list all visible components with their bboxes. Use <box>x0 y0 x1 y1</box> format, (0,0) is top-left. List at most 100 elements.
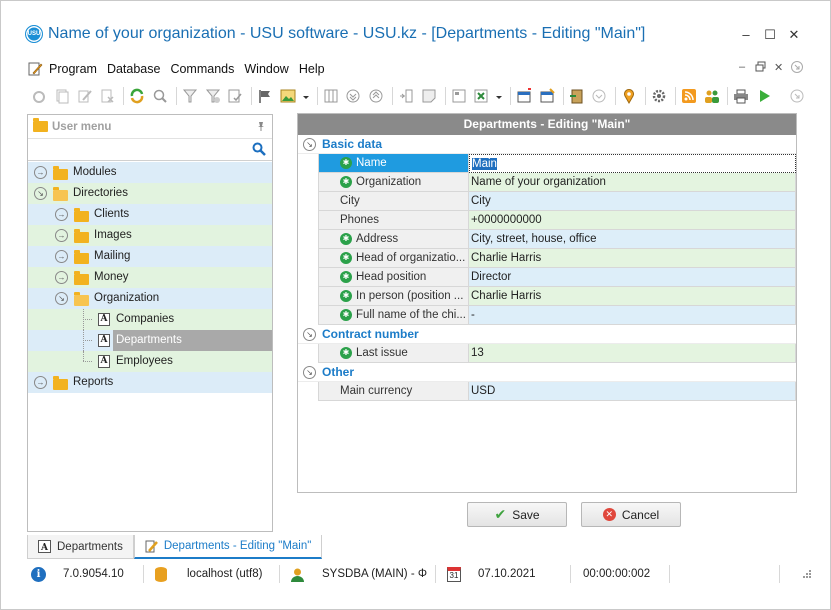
delete-icon[interactable] <box>99 88 115 104</box>
property-value-field[interactable]: Director <box>469 268 796 287</box>
property-value-field[interactable]: City, street, house, office <box>469 230 796 249</box>
tree-item-companies[interactable]: A Companies <box>28 309 272 330</box>
menu-database[interactable]: Database <box>107 62 161 76</box>
property-name[interactable]: Main currency <box>318 382 469 401</box>
tree-item-organization[interactable]: ↘ Organization <box>28 288 272 309</box>
property-name[interactable]: Head position <box>318 268 469 287</box>
filter-icon[interactable] <box>182 88 198 104</box>
property-value-field[interactable]: 13 <box>469 344 796 363</box>
search-icon[interactable] <box>252 142 266 156</box>
search-records-icon[interactable] <box>152 88 168 104</box>
print-icon[interactable] <box>733 88 749 104</box>
property-name[interactable]: Address <box>318 230 469 249</box>
export-icon[interactable] <box>451 88 467 104</box>
toolbar-collapse-icon[interactable] <box>790 89 804 106</box>
info-icon[interactable]: i <box>31 566 46 582</box>
location-pin-icon[interactable] <box>621 88 637 105</box>
cancel-button[interactable]: ✕ Cancel <box>581 502 681 527</box>
collapse-icon[interactable]: ↘ <box>303 366 316 379</box>
users-icon[interactable] <box>704 88 720 104</box>
filter-clear-icon[interactable] <box>205 88 221 104</box>
export-dropdown-icon[interactable] <box>496 88 503 104</box>
mdi-minimize-button[interactable]: – <box>739 61 745 73</box>
tab-departments-editing[interactable]: Departments - Editing "Main" <box>133 535 323 559</box>
gear-icon[interactable] <box>651 88 667 104</box>
circle-arrow-icon[interactable] <box>591 88 607 104</box>
menu-program[interactable]: Program <box>49 62 97 76</box>
category-contract-number[interactable]: ↘ Contract number <box>298 325 796 344</box>
property-value-field[interactable]: USD <box>469 382 796 401</box>
tree-item-reports[interactable]: → Reports <box>28 372 272 393</box>
collapse-icon[interactable]: ↘ <box>303 328 316 341</box>
image-dropdown-icon[interactable] <box>302 88 309 104</box>
mdi-restore-button[interactable] <box>755 61 766 75</box>
tree-item-modules[interactable]: → Modules <box>28 162 272 183</box>
collapse-icon[interactable]: ↘ <box>303 138 316 151</box>
copy-record-icon[interactable] <box>31 88 47 104</box>
property-name[interactable]: Last issue <box>318 344 469 363</box>
menu-window[interactable]: Window <box>244 62 288 76</box>
category-basic-data[interactable]: ↘ Basic data <box>298 135 796 154</box>
property-value-field[interactable]: Main <box>469 154 796 173</box>
property-name[interactable]: Organization <box>318 173 469 192</box>
mdi-close-button[interactable]: ✕ <box>774 61 783 74</box>
close-button[interactable]: ✕ <box>784 27 804 43</box>
tree-item-images[interactable]: → Images <box>28 225 272 246</box>
resize-grip-icon[interactable] <box>800 569 812 584</box>
edit-icon[interactable] <box>77 88 93 104</box>
property-value-field[interactable]: Charlie Harris <box>469 287 796 306</box>
tab-departments[interactable]: A Departments <box>27 535 134 559</box>
tree-item-mailing[interactable]: → Mailing <box>28 246 272 267</box>
window-edit-icon[interactable] <box>539 88 555 104</box>
expand-icon[interactable]: → <box>55 229 68 242</box>
expand-icon[interactable]: → <box>34 166 47 179</box>
property-name[interactable]: Phones <box>318 211 469 230</box>
category-label: Basic data <box>322 137 383 151</box>
property-value-field[interactable]: City <box>469 192 796 211</box>
flag-icon[interactable] <box>257 88 273 104</box>
property-value-field[interactable]: Name of your organization <box>469 173 796 192</box>
columns-icon[interactable] <box>323 88 339 104</box>
pin-icon[interactable] <box>256 121 266 134</box>
refresh-icon[interactable] <box>129 88 145 104</box>
exit-icon[interactable] <box>569 88 585 104</box>
play-icon[interactable] <box>756 88 772 104</box>
menu-help[interactable]: Help <box>299 62 325 76</box>
minimize-button[interactable]: – <box>736 27 756 43</box>
rss-icon[interactable] <box>681 88 697 104</box>
property-name[interactable]: Full name of the chi... <box>318 306 469 325</box>
category-other[interactable]: ↘ Other <box>298 363 796 382</box>
insert-column-icon[interactable] <box>398 88 414 104</box>
note-icon[interactable] <box>421 88 437 104</box>
tree-item-directories[interactable]: ↘ Directories <box>28 183 272 204</box>
property-name[interactable]: Head of organizatio... <box>318 249 469 268</box>
filter-apply-icon[interactable] <box>227 88 243 104</box>
mdi-collapse-icon[interactable] <box>791 61 803 76</box>
collapse-icon[interactable]: ↘ <box>34 187 47 200</box>
property-name[interactable]: City <box>318 192 469 211</box>
new-window-icon[interactable] <box>516 88 532 104</box>
tree-item-money[interactable]: → Money <box>28 267 272 288</box>
maximize-button[interactable]: ☐ <box>760 27 780 43</box>
property-value-field[interactable]: +0000000000 <box>469 211 796 230</box>
excel-export-icon[interactable] <box>473 88 489 104</box>
collapse-all-icon[interactable] <box>368 88 384 104</box>
expand-icon[interactable]: → <box>55 250 68 263</box>
tree-item-employees[interactable]: A Employees <box>28 351 272 372</box>
tree-item-departments[interactable]: A Departments <box>28 330 272 351</box>
collapse-icon[interactable]: ↘ <box>55 292 68 305</box>
image-icon[interactable] <box>280 88 296 104</box>
user-menu-search-input[interactable] <box>28 139 272 161</box>
expand-icon[interactable]: → <box>55 271 68 284</box>
menu-commands[interactable]: Commands <box>170 62 234 76</box>
property-value-field[interactable]: - <box>469 306 796 325</box>
save-button[interactable]: ✔ Save <box>467 502 567 527</box>
property-name[interactable]: Name <box>318 154 469 173</box>
property-name[interactable]: In person (position ... <box>318 287 469 306</box>
expand-icon[interactable]: → <box>34 376 47 389</box>
expand-icon[interactable]: → <box>55 208 68 221</box>
expand-all-icon[interactable] <box>345 88 361 104</box>
duplicate-icon[interactable] <box>54 88 70 104</box>
property-value-field[interactable]: Charlie Harris <box>469 249 796 268</box>
tree-item-clients[interactable]: → Clients <box>28 204 272 225</box>
